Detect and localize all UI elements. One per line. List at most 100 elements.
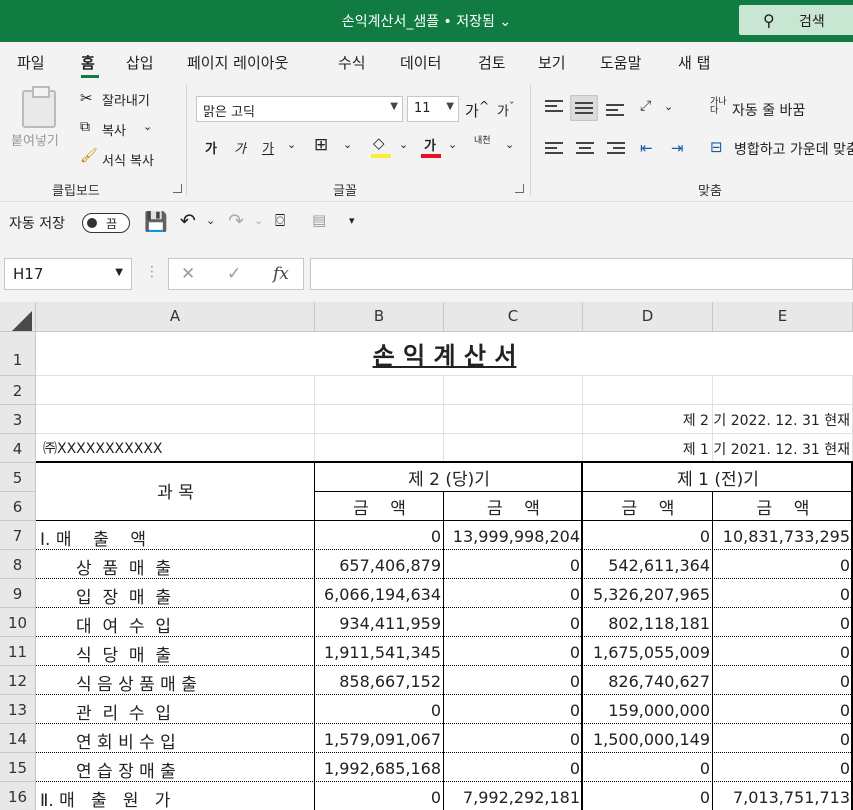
font-color-button[interactable]: 가 bbox=[424, 135, 436, 154]
amount-cell[interactable]: 6,066,194,634 bbox=[315, 585, 441, 604]
chevron-down-icon[interactable]: ⌄ bbox=[499, 14, 511, 30]
chevron-down-icon[interactable]: ⌄ bbox=[143, 120, 152, 133]
tab-home[interactable]: 홈 bbox=[81, 52, 95, 73]
account-label[interactable]: 대 여 수 입 bbox=[76, 612, 171, 637]
row-header[interactable]: 10 bbox=[0, 608, 36, 637]
chevron-down-icon[interactable]: ⌄ bbox=[399, 138, 408, 151]
cell[interactable] bbox=[444, 376, 583, 405]
dialog-launcher-icon[interactable] bbox=[515, 184, 524, 193]
align-bottom-icon[interactable] bbox=[606, 104, 624, 118]
row-header[interactable]: 7 bbox=[0, 521, 36, 550]
customize-qat-icon[interactable]: ▾ bbox=[349, 214, 355, 227]
amount-cell[interactable]: 5,326,207,965 bbox=[583, 585, 710, 604]
amount-cell[interactable]: 802,118,181 bbox=[583, 614, 710, 633]
amount-cell[interactable]: 858,667,152 bbox=[315, 672, 441, 691]
underline-button[interactable]: 가 bbox=[262, 138, 274, 157]
shrink-font-button[interactable]: 가ˇ bbox=[497, 100, 514, 119]
cell[interactable] bbox=[444, 434, 583, 463]
chevron-down-icon[interactable]: ⌄ bbox=[206, 214, 215, 227]
font-name-select[interactable]: 맑은 고딕 ▼ bbox=[196, 96, 403, 122]
amount-cell[interactable]: 0 bbox=[713, 759, 850, 778]
amount-cell[interactable]: 10,831,733,295 bbox=[713, 527, 850, 546]
amount-cell[interactable]: 0 bbox=[444, 730, 580, 749]
name-box[interactable]: H17 ▼ bbox=[4, 258, 132, 290]
column-header-e[interactable]: E bbox=[713, 302, 853, 332]
row-header[interactable]: 4 bbox=[0, 434, 36, 463]
amount-cell[interactable]: 1,675,055,009 bbox=[583, 643, 710, 662]
amount-cell[interactable]: 0 bbox=[713, 556, 850, 575]
amount-cell[interactable]: 13,999,998,204 bbox=[444, 527, 580, 546]
row-header[interactable]: 12 bbox=[0, 666, 36, 695]
font-size-select[interactable]: 11 ▼ bbox=[407, 96, 459, 122]
row-header[interactable]: 16 bbox=[0, 782, 36, 810]
account-label[interactable]: 식 음 상 품 매 출 bbox=[76, 670, 197, 695]
cell[interactable] bbox=[583, 376, 713, 405]
undo-icon[interactable]: ↶ bbox=[180, 210, 196, 232]
row-header[interactable]: 14 bbox=[0, 724, 36, 753]
decrease-indent-icon[interactable]: ⇤ bbox=[640, 139, 653, 157]
tab-data[interactable]: 데이터 bbox=[400, 52, 441, 73]
chevron-down-icon[interactable]: ⌄ bbox=[254, 214, 263, 227]
row-header[interactable]: 1 bbox=[0, 332, 36, 376]
amount-cell[interactable]: 0 bbox=[713, 672, 850, 691]
amount-cell[interactable]: 826,740,627 bbox=[583, 672, 710, 691]
row-header[interactable]: 8 bbox=[0, 550, 36, 579]
amount-cell[interactable]: 0 bbox=[444, 614, 580, 633]
tab-insert[interactable]: 삽입 bbox=[126, 52, 154, 73]
dialog-launcher-icon[interactable] bbox=[173, 184, 182, 193]
align-right-icon[interactable] bbox=[607, 142, 625, 156]
align-left-icon[interactable] bbox=[545, 142, 563, 156]
tab-formulas[interactable]: 수식 bbox=[338, 52, 366, 73]
tab-file[interactable]: 파일 bbox=[17, 52, 45, 73]
amount-cell[interactable]: 0 bbox=[444, 672, 580, 691]
chevron-down-icon[interactable]: ⌄ bbox=[448, 138, 457, 151]
align-center-icon[interactable] bbox=[576, 142, 594, 156]
tab-help[interactable]: 도움말 bbox=[600, 52, 641, 73]
cell[interactable] bbox=[315, 434, 444, 463]
numbering-icon[interactable]: ▤ bbox=[312, 211, 326, 229]
amount-cell[interactable]: 0 bbox=[315, 701, 441, 720]
camera-icon[interactable]: ⌼ bbox=[275, 211, 285, 231]
cell[interactable] bbox=[315, 405, 444, 434]
document-title[interactable]: 손익계산서_샘플 • 저장됨 ⌄ bbox=[0, 11, 853, 31]
cell[interactable] bbox=[36, 405, 315, 434]
enter-icon[interactable]: ✓ bbox=[227, 264, 241, 284]
account-label[interactable]: 입 장 매 출 bbox=[76, 583, 171, 608]
account-label[interactable]: Ⅰ. 매 출 액 bbox=[40, 525, 146, 550]
cell[interactable] bbox=[713, 376, 853, 405]
wrap-text-button[interactable]: 자동 줄 바꿈 bbox=[732, 100, 805, 120]
formula-input[interactable] bbox=[310, 258, 853, 290]
row-header[interactable]: 2 bbox=[0, 376, 36, 405]
amount-cell[interactable]: 0 bbox=[713, 585, 850, 604]
save-icon[interactable]: 💾 bbox=[144, 210, 168, 233]
amount-cell[interactable]: 0 bbox=[315, 527, 441, 546]
row-header[interactable]: 3 bbox=[0, 405, 36, 434]
cell[interactable] bbox=[444, 405, 583, 434]
tab-page-layout[interactable]: 페이지 레이아웃 bbox=[187, 52, 288, 73]
align-top-icon[interactable] bbox=[545, 100, 563, 114]
amount-cell[interactable]: 0 bbox=[444, 556, 580, 575]
amount-cell[interactable]: 7,013,751,713 bbox=[713, 788, 850, 807]
merge-center-button[interactable]: 병합하고 가운데 맞춤 bbox=[734, 139, 853, 159]
account-label[interactable]: 상 품 매 출 bbox=[76, 554, 171, 579]
insert-function-icon[interactable]: fx bbox=[273, 264, 289, 284]
redo-icon[interactable]: ↷ bbox=[228, 210, 244, 232]
amount-cell[interactable]: 0 bbox=[444, 585, 580, 604]
cell[interactable] bbox=[315, 376, 444, 405]
amount-cell[interactable]: 7,992,292,181 bbox=[444, 788, 580, 807]
bold-button[interactable]: 가 bbox=[205, 138, 217, 157]
phonetic-button[interactable]: 내천 bbox=[474, 136, 494, 146]
amount-cell[interactable]: 0 bbox=[444, 643, 580, 662]
increase-indent-icon[interactable]: ⇥ bbox=[671, 139, 684, 157]
amount-cell[interactable]: 0 bbox=[583, 527, 710, 546]
row-header[interactable]: 6 bbox=[0, 492, 36, 521]
column-header-d[interactable]: D bbox=[583, 302, 713, 332]
amount-cell[interactable]: 1,911,541,345 bbox=[315, 643, 441, 662]
copy-button[interactable]: 복사 bbox=[102, 120, 126, 139]
chevron-down-icon[interactable]: ⌄ bbox=[664, 100, 673, 113]
search-box[interactable]: ⚲ 검색 bbox=[739, 5, 853, 35]
select-all-corner[interactable] bbox=[0, 302, 36, 332]
row-header[interactable]: 11 bbox=[0, 637, 36, 666]
account-label[interactable]: 식 당 매 출 bbox=[76, 641, 171, 666]
cell[interactable] bbox=[36, 376, 315, 405]
